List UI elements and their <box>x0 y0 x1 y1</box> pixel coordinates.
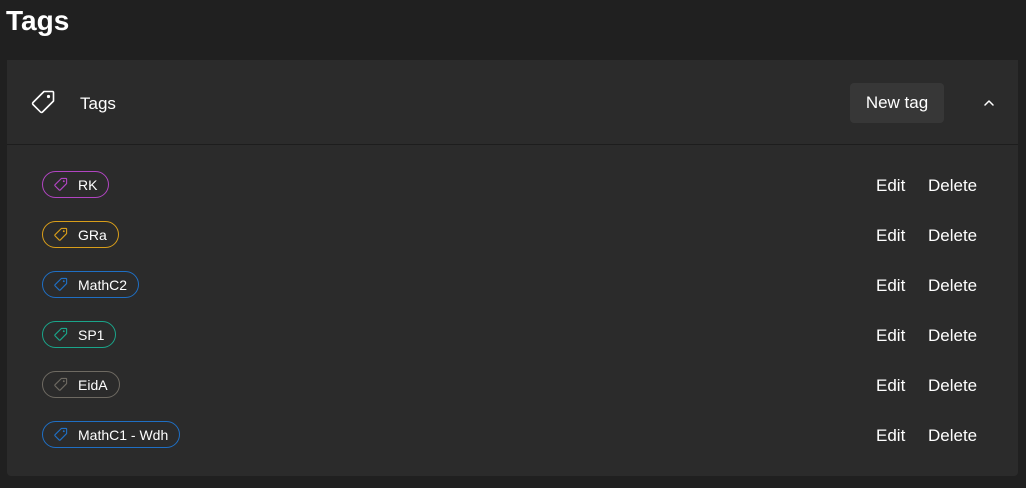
delete-button[interactable]: Delete <box>928 325 977 347</box>
chevron-up-icon <box>984 100 994 106</box>
tag-name: MathC1 - Wdh <box>78 426 169 443</box>
tags-card: Tags New tag RK Edit Delete GRa Edit Del… <box>7 60 1018 476</box>
edit-button[interactable]: Edit <box>876 425 905 447</box>
tag-name: EidA <box>78 376 108 393</box>
delete-button[interactable]: Delete <box>928 275 977 297</box>
new-tag-button[interactable]: New tag <box>850 83 944 123</box>
tag-icon <box>30 89 56 115</box>
page-title: Tags <box>6 5 70 36</box>
edit-button[interactable]: Edit <box>876 375 905 397</box>
tag-chip: SP1 <box>42 321 117 348</box>
edit-button[interactable]: Edit <box>876 325 905 347</box>
tag-row: RK Edit Delete <box>7 146 1018 198</box>
section-title: Tags <box>80 94 116 113</box>
tag-chip: MathC2 <box>42 271 140 298</box>
delete-button[interactable]: Delete <box>928 175 977 197</box>
delete-button[interactable]: Delete <box>928 225 977 247</box>
tag-row: MathC2 Edit Delete <box>7 246 1018 298</box>
tag-name: GRa <box>78 226 107 243</box>
tag-icon <box>54 427 68 441</box>
delete-button[interactable]: Delete <box>928 425 977 447</box>
tag-row: SP1 Edit Delete <box>7 296 1018 348</box>
tag-icon <box>54 377 68 391</box>
tag-row: MathC1 - Wdh Edit Delete <box>7 396 1018 448</box>
tag-icon <box>54 327 68 341</box>
tag-row: EidA Edit Delete <box>7 346 1018 398</box>
collapse-button[interactable] <box>975 90 1003 118</box>
tag-chip: GRa <box>42 221 119 248</box>
tag-name: MathC2 <box>78 276 128 293</box>
tag-row: GRa Edit Delete <box>7 196 1018 248</box>
tag-chip: MathC1 - Wdh <box>42 421 181 448</box>
edit-button[interactable]: Edit <box>876 175 905 197</box>
tag-name: RK <box>78 176 98 193</box>
tag-icon <box>54 227 68 241</box>
delete-button[interactable]: Delete <box>928 375 977 397</box>
tag-name: SP1 <box>78 326 105 343</box>
tags-card-header[interactable]: Tags New tag <box>7 60 1018 145</box>
tag-chip: RK <box>42 171 110 198</box>
tag-chip: EidA <box>42 371 120 398</box>
tag-icon <box>54 177 68 191</box>
tag-icon <box>54 277 68 291</box>
edit-button[interactable]: Edit <box>876 225 905 247</box>
edit-button[interactable]: Edit <box>876 275 905 297</box>
